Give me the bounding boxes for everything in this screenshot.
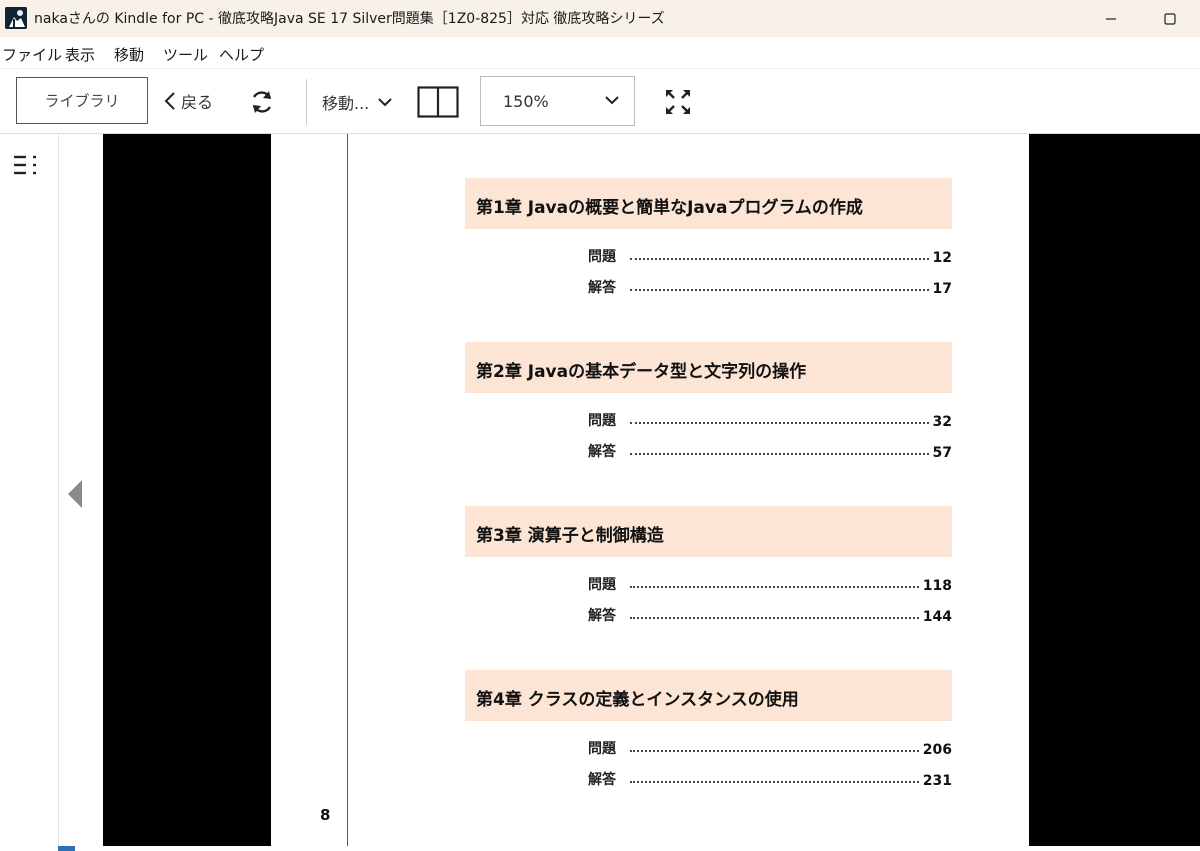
page-margin-left — [103, 134, 271, 846]
toc-entry[interactable]: 解答 17 — [588, 277, 952, 297]
sync-button[interactable] — [248, 88, 276, 116]
menu-bar: ファイル 表示 移動 ツール ヘルプ — [0, 37, 1200, 69]
toc-entry-page: 32 — [932, 414, 952, 430]
toc-entry[interactable]: 問題 118 — [588, 574, 952, 594]
chapter-title: 第3章 演算子と制御構造 — [476, 526, 664, 546]
toc-entry-page: 231 — [922, 773, 952, 789]
chevron-down-icon — [605, 96, 619, 105]
kindle-app-icon — [5, 7, 27, 29]
menu-view[interactable]: 表示 — [65, 44, 95, 65]
library-button[interactable]: ライブラリ — [16, 77, 148, 124]
dot-leader — [630, 453, 929, 455]
dot-leader — [630, 258, 929, 260]
back-label: 戻る — [181, 93, 214, 112]
dot-leader — [630, 289, 929, 291]
chevron-down-icon — [378, 98, 392, 107]
page-number: 8 — [320, 806, 331, 824]
minimize-button[interactable] — [1088, 0, 1134, 37]
toc-entry-page: 144 — [922, 609, 952, 625]
toc-entry-page: 118 — [922, 578, 952, 594]
page-margin-right — [1029, 134, 1200, 846]
table-of-contents-button[interactable] — [12, 153, 40, 177]
chapter-banner: 第1章 Javaの概要と簡単なJavaプログラムの作成 — [465, 178, 952, 229]
toc-entry-page: 206 — [922, 742, 952, 758]
toc-entry-page: 17 — [932, 281, 952, 297]
title-bar: nakaさんの Kindle for PC - 徹底攻略Java SE 17 S… — [0, 0, 1200, 37]
back-button[interactable]: 戻る — [163, 87, 213, 115]
toc-list-icon — [14, 155, 36, 175]
dot-leader — [630, 422, 929, 424]
toc-entry-label: 解答 — [588, 772, 616, 788]
reader-toolbar: ライブラリ 戻る 移動... 150% — [0, 69, 1200, 134]
chapter-banner: 第4章 クラスの定義とインスタンスの使用 — [465, 670, 952, 721]
zoom-select[interactable]: 150% — [480, 76, 635, 126]
left-page — [271, 134, 347, 846]
two-page-layout-icon — [417, 86, 459, 118]
toc-entry-label: 問題 — [588, 413, 616, 429]
caret-left-icon — [68, 480, 82, 508]
toc-entry[interactable]: 問題 12 — [588, 246, 952, 266]
toc-entry-label: 問題 — [588, 249, 616, 265]
previous-page-button[interactable] — [66, 478, 84, 510]
dot-leader — [630, 617, 919, 619]
toc-entry-label: 問題 — [588, 741, 616, 757]
toc-entry-page: 57 — [932, 445, 952, 461]
rail-divider — [58, 134, 59, 851]
maximize-icon — [1164, 12, 1176, 25]
menu-file[interactable]: ファイル — [2, 44, 62, 65]
refresh-icon — [252, 91, 272, 113]
toc-entry[interactable]: 解答 144 — [588, 605, 952, 625]
menu-help[interactable]: ヘルプ — [219, 44, 264, 65]
menu-tools[interactable]: ツール — [163, 44, 208, 65]
toc-entry-label: 解答 — [588, 608, 616, 624]
toc-entry[interactable]: 解答 57 — [588, 441, 952, 461]
fullscreen-button[interactable] — [664, 88, 692, 116]
toc-entry[interactable]: 問題 32 — [588, 410, 952, 430]
page-layout-button[interactable] — [417, 86, 459, 118]
chapter-banner: 第2章 Javaの基本データ型と文字列の操作 — [465, 342, 952, 393]
chevron-left-icon — [164, 92, 175, 110]
dot-leader — [630, 750, 919, 752]
toc-entry-label: 解答 — [588, 444, 616, 460]
menu-go[interactable]: 移動 — [114, 44, 144, 65]
chapter-title: 第2章 Javaの基本データ型と文字列の操作 — [476, 362, 807, 382]
toc-entry-label: 問題 — [588, 577, 616, 593]
chapter-title: 第4章 クラスの定義とインスタンスの使用 — [476, 690, 799, 710]
minimize-icon — [1106, 17, 1116, 20]
maximize-button[interactable] — [1147, 0, 1193, 37]
toc-entry-label: 解答 — [588, 280, 616, 296]
toolbar-divider — [306, 79, 307, 125]
window-title: nakaさんの Kindle for PC - 徹底攻略Java SE 17 S… — [34, 11, 665, 27]
reading-progress-marker — [58, 846, 75, 851]
toc-entry[interactable]: 問題 206 — [588, 738, 952, 758]
dot-leader — [630, 781, 919, 783]
toc-entry-page: 12 — [932, 250, 952, 266]
zoom-value: 150% — [503, 92, 549, 111]
chapter-banner: 第3章 演算子と制御構造 — [465, 506, 952, 557]
fullscreen-icon — [666, 90, 690, 114]
dot-leader — [630, 586, 919, 588]
toc-entry[interactable]: 解答 231 — [588, 769, 952, 789]
chapter-title: 第1章 Javaの概要と簡単なJavaプログラムの作成 — [476, 198, 863, 218]
goto-button[interactable]: 移動... — [322, 89, 393, 115]
goto-label: 移動... — [322, 94, 370, 113]
